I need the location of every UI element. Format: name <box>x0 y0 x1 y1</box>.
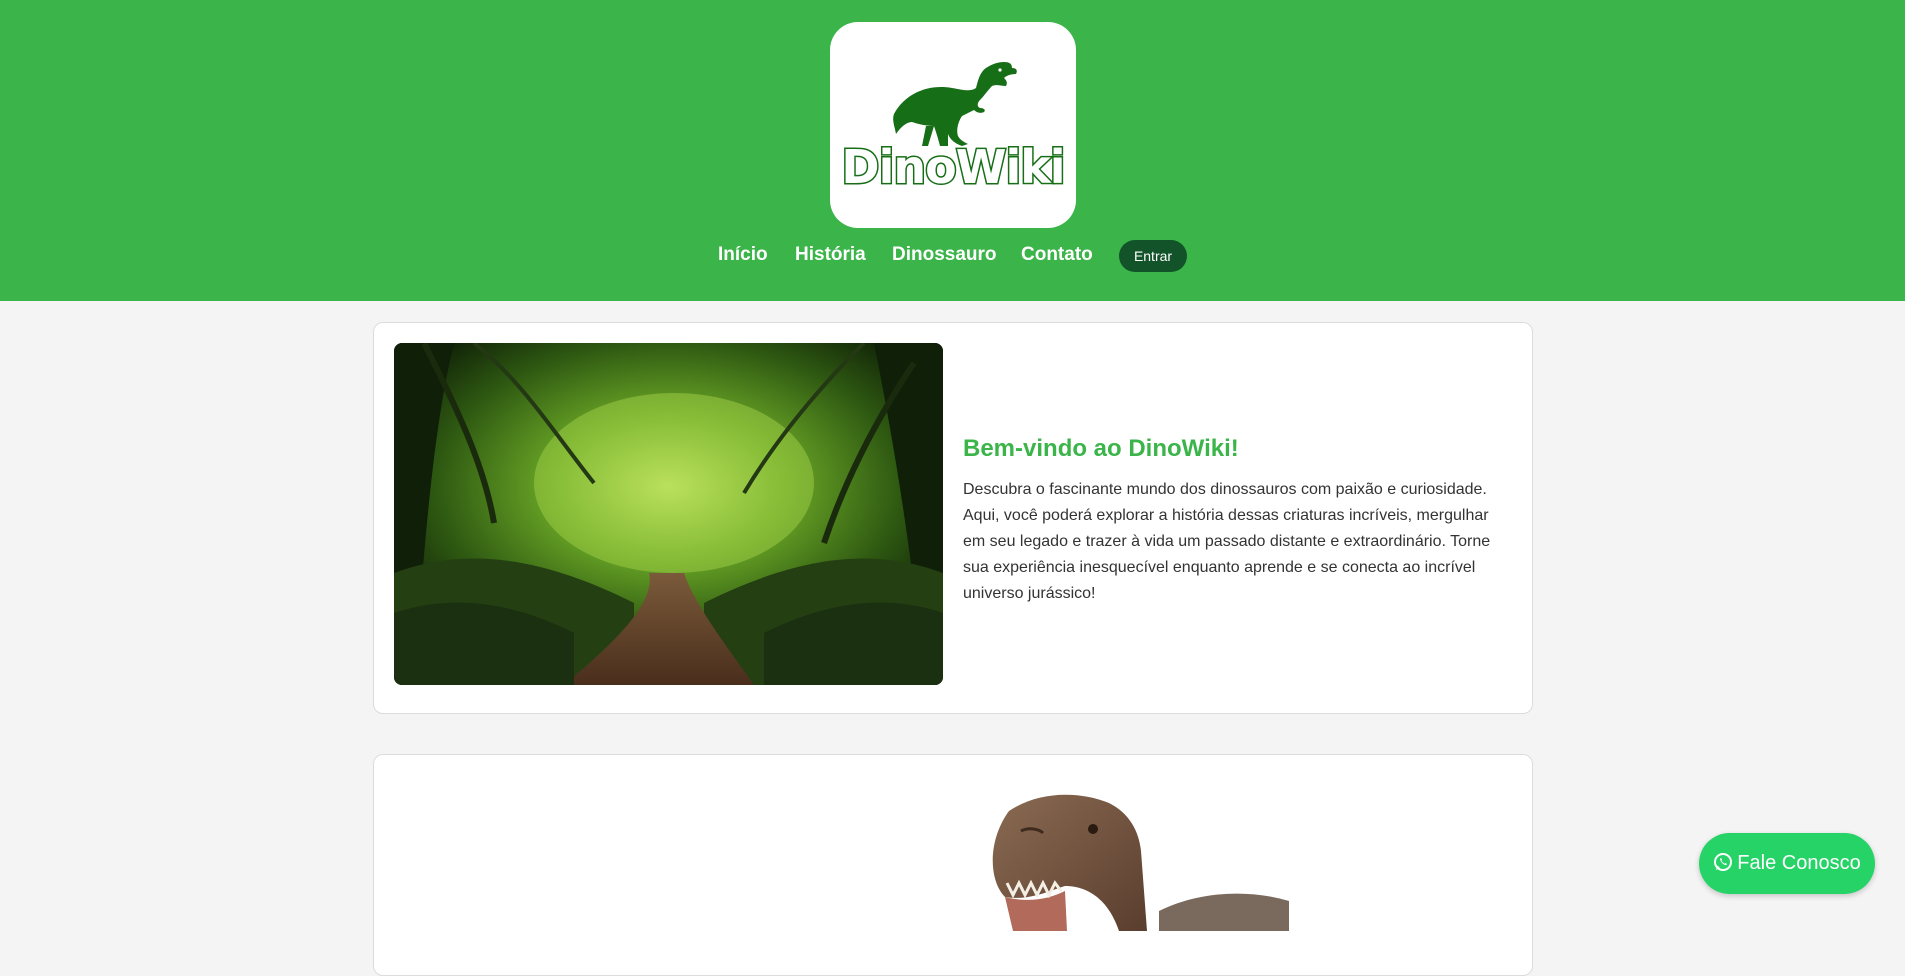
whatsapp-label: Fale Conosco <box>1737 852 1861 874</box>
login-button[interactable]: Entrar <box>1119 240 1187 272</box>
welcome-title: Bem-vindo ao DinoWiki! <box>963 435 1239 462</box>
welcome-card: Bem-vindo ao DinoWiki! Descubra o fascin… <box>373 322 1533 714</box>
welcome-text: Descubra o fascinante mundo dos dinossau… <box>963 481 1491 602</box>
forest-path-image <box>394 343 943 685</box>
nav-link-inicio[interactable]: Início <box>718 244 768 266</box>
t-rex-logo-icon <box>893 62 1017 146</box>
t-rex-image <box>992 794 1289 931</box>
site-header: DinoWiki Início História Dinossauro Cont… <box>0 0 1905 301</box>
whatsapp-contact-button[interactable]: Fale Conosco <box>1699 833 1875 894</box>
dinosaur-card <box>373 754 1533 976</box>
site-logo[interactable]: DinoWiki <box>830 22 1076 228</box>
whatsapp-icon <box>1713 836 1733 897</box>
logo-text: DinoWiki <box>840 139 1067 196</box>
nav-link-dinossauro[interactable]: Dinossauro <box>892 244 997 266</box>
nav-link-historia[interactable]: História <box>795 244 866 266</box>
nav-link-contato[interactable]: Contato <box>1021 244 1093 266</box>
main-nav: Início História Dinossauro Contato Entra… <box>0 240 1905 274</box>
